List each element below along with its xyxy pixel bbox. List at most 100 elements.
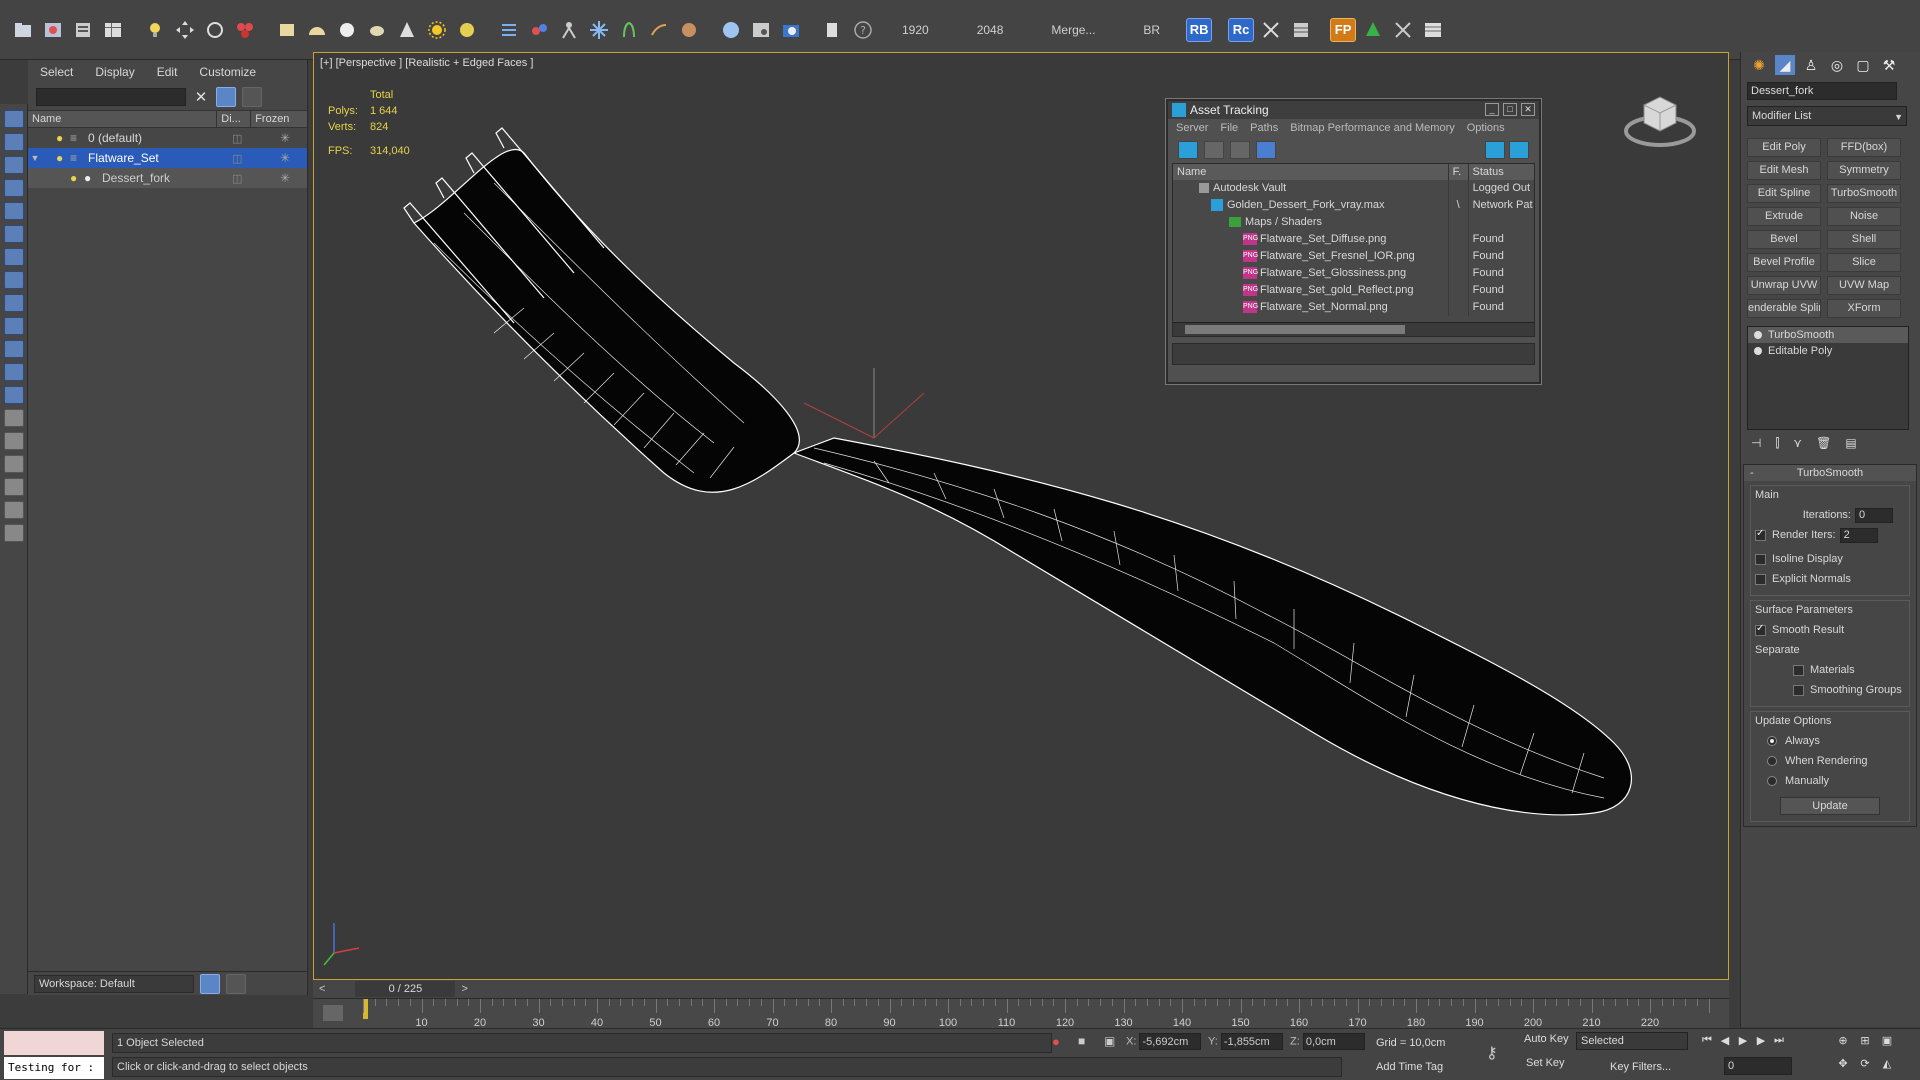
globe-icon[interactable] xyxy=(718,17,744,43)
modifier-button[interactable]: TurboSmooth xyxy=(1827,184,1901,203)
time-slider[interactable]: < 0 / 225 > xyxy=(313,980,1729,998)
display-all-icon[interactable] xyxy=(3,409,24,427)
hierarchy-tab-icon[interactable]: ♙ xyxy=(1801,55,1821,75)
scatter-icon[interactable] xyxy=(496,17,522,43)
create-tab-icon[interactable]: ✺ xyxy=(1749,55,1769,75)
prev-key-icon[interactable]: ◀ xyxy=(1716,1034,1734,1050)
column-frozen[interactable]: Frozen xyxy=(251,111,307,127)
spacewarp-filter-icon[interactable] xyxy=(3,248,24,266)
workspace-dropdown[interactable]: Workspace: Default xyxy=(34,974,194,993)
menu-bitmap-performance[interactable]: Bitmap Performance and Memory xyxy=(1290,122,1454,134)
dialog-title-bar[interactable]: Asset Tracking _ □ ✕ xyxy=(1168,101,1539,119)
column-f[interactable]: F. xyxy=(1449,164,1469,180)
pin-stack-icon[interactable]: ⊣ xyxy=(1751,436,1761,456)
viewcube-icon[interactable] xyxy=(1620,83,1700,153)
maxscript-listener[interactable] xyxy=(4,1031,104,1055)
fp-button[interactable]: FP xyxy=(1330,17,1357,42)
table-row[interactable]: Golden_Dessert_Fork_vray.max \ Network P… xyxy=(1173,197,1534,214)
bone-filter-icon[interactable] xyxy=(3,317,24,335)
render-frame-icon[interactable] xyxy=(40,17,66,43)
isolate-icon[interactable]: ● xyxy=(1052,1034,1060,1049)
next-frame-icon[interactable]: > xyxy=(461,983,467,995)
stack-item-editable-poly[interactable]: Editable Poly xyxy=(1748,343,1908,359)
bitmap-icon[interactable] xyxy=(820,17,846,43)
hair-fur-icon[interactable] xyxy=(646,17,672,43)
modifier-button[interactable]: Bevel Profile xyxy=(1747,253,1821,272)
update-button[interactable]: Update xyxy=(1780,797,1880,815)
utilities-tab-icon[interactable]: ⚒ xyxy=(1879,55,1899,75)
orbit-icon[interactable]: ⟳ xyxy=(1856,1057,1874,1073)
spreadsheet-icon[interactable] xyxy=(1420,17,1446,43)
viewport-label[interactable]: [+] [Perspective ] [Realistic + Edged Fa… xyxy=(320,57,533,69)
table-icon[interactable] xyxy=(100,17,126,43)
help-icon[interactable] xyxy=(1485,141,1505,159)
explorer-search-input[interactable] xyxy=(36,88,186,106)
z-input[interactable] xyxy=(1302,1033,1365,1050)
column-name[interactable]: Name xyxy=(1173,164,1449,180)
move-icon[interactable] xyxy=(172,17,198,43)
grid-icon[interactable] xyxy=(1288,17,1314,43)
table-row[interactable]: Maps / Shaders xyxy=(1173,214,1534,231)
x-input[interactable] xyxy=(1139,1033,1202,1050)
list-view-icon[interactable] xyxy=(1204,141,1224,159)
remove-modifier-icon[interactable]: 🗑 xyxy=(1816,436,1831,456)
tools-icon[interactable] xyxy=(1258,17,1284,43)
box-icon[interactable] xyxy=(274,17,300,43)
rotate-icon[interactable] xyxy=(202,17,228,43)
render-iters-checkbox[interactable] xyxy=(1755,528,1766,541)
table-row[interactable]: PNG Flatware_Set_gold_Reflect.png Found xyxy=(1173,282,1534,299)
materials-checkbox[interactable] xyxy=(1793,664,1804,676)
manually-radio[interactable] xyxy=(1767,776,1777,786)
display-none-icon[interactable] xyxy=(3,432,24,450)
selection-set-dropdown[interactable]: Selected xyxy=(1576,1032,1688,1050)
modifier-button[interactable]: enderable Splir xyxy=(1747,299,1821,318)
modifier-button[interactable]: XForm xyxy=(1827,299,1901,318)
modifier-button[interactable]: UVW Map xyxy=(1827,276,1901,295)
zoom-icon[interactable]: ⊕ xyxy=(1834,1034,1852,1050)
display-box-icon[interactable]: ◫ xyxy=(232,132,242,145)
hierarchy-view-icon[interactable] xyxy=(226,973,246,994)
modifier-button[interactable]: Edit Spline xyxy=(1747,184,1821,203)
goto-end-icon[interactable]: ⏭ xyxy=(1770,1034,1788,1050)
rc-button[interactable]: Rc xyxy=(1228,17,1255,42)
current-frame-input[interactable]: 0 xyxy=(1724,1057,1792,1075)
freeze-icon[interactable]: ✳ xyxy=(280,151,290,165)
auto-key-button[interactable]: Auto Key xyxy=(1524,1033,1569,1045)
stack-item-turbosmooth[interactable]: TurboSmooth xyxy=(1748,327,1908,343)
object-name-field[interactable]: Dessert_fork xyxy=(1747,82,1897,100)
layer-icon[interactable] xyxy=(3,524,24,542)
teapot-icon[interactable] xyxy=(364,17,390,43)
always-radio[interactable] xyxy=(1767,736,1777,746)
menu-file[interactable]: File xyxy=(1220,122,1238,134)
hair-icon[interactable] xyxy=(616,17,642,43)
sun-icon[interactable] xyxy=(424,17,450,43)
render-iters-spinner[interactable]: 2 xyxy=(1839,527,1878,543)
key-filters-button[interactable]: Key Filters... xyxy=(1610,1057,1671,1077)
object-row[interactable]: ● ● Dessert_fork ◫ ✳ xyxy=(28,168,307,188)
modifier-button[interactable]: Extrude xyxy=(1747,207,1821,226)
modifier-button[interactable]: Slice xyxy=(1827,253,1901,272)
scroll-thumb[interactable] xyxy=(1185,325,1405,334)
smooth-result-checkbox[interactable] xyxy=(1755,623,1766,636)
select-all-icon[interactable] xyxy=(3,110,24,128)
detail-view-icon[interactable] xyxy=(1230,141,1250,159)
lightbulb-icon[interactable]: ● xyxy=(56,131,70,145)
light-sphere-icon[interactable] xyxy=(454,17,480,43)
shape-filter-icon[interactable] xyxy=(3,156,24,174)
rollout-title[interactable]: TurboSmooth xyxy=(1744,465,1916,481)
render-setup-icon[interactable] xyxy=(748,17,774,43)
table-view-icon[interactable] xyxy=(1256,141,1276,159)
sphere-icon[interactable] xyxy=(334,17,360,43)
zoom-extents-icon[interactable]: ⊞ xyxy=(1856,1034,1874,1050)
person-icon[interactable] xyxy=(556,17,582,43)
tree-icon[interactable] xyxy=(1360,17,1386,43)
modifier-button[interactable]: Edit Mesh xyxy=(1747,161,1821,180)
xref-filter-icon[interactable] xyxy=(3,294,24,312)
wrench-icon[interactable] xyxy=(1390,17,1416,43)
render-width[interactable]: 1920 xyxy=(880,23,951,37)
menu-edit[interactable]: Edit xyxy=(157,65,178,79)
layer-row[interactable]: ▼ ● ≡ Flatware_Set ◫ ✳ xyxy=(28,148,307,168)
cloth-icon[interactable] xyxy=(676,17,702,43)
menu-customize[interactable]: Customize xyxy=(199,65,256,79)
motion-tab-icon[interactable]: ◎ xyxy=(1827,55,1847,75)
